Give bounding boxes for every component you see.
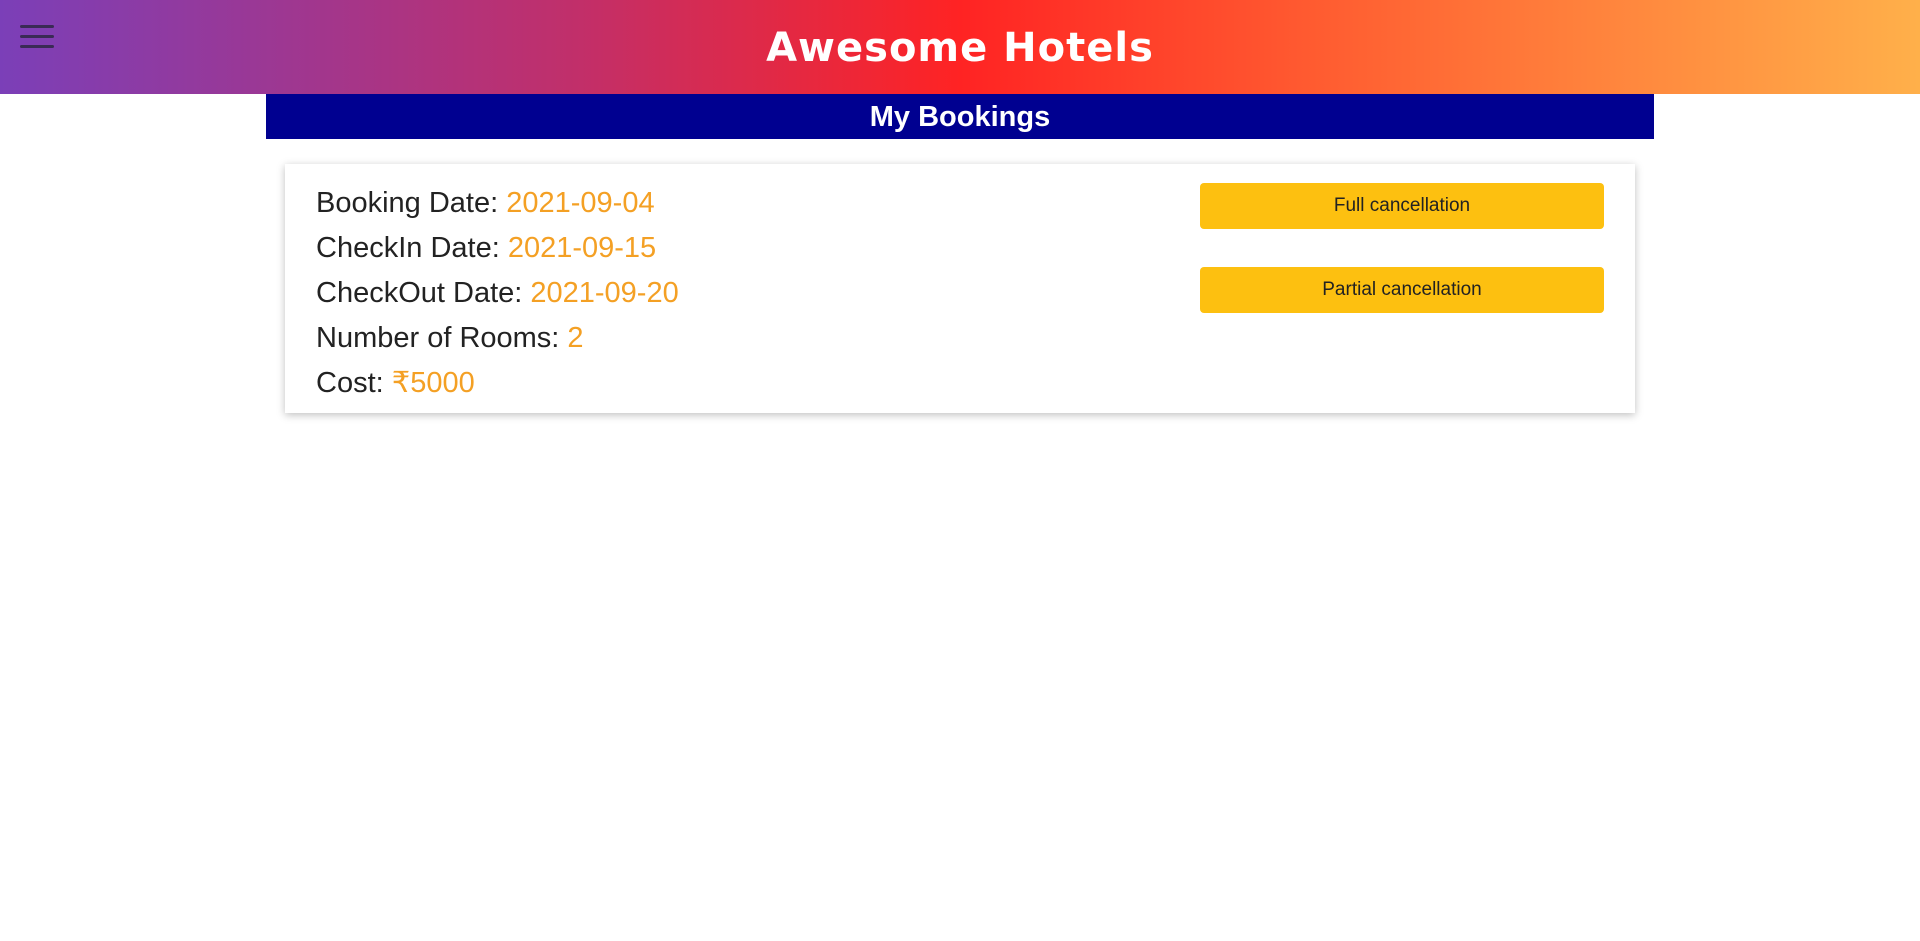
booking-date-row: Booking Date: 2021-09-04	[316, 181, 679, 226]
rooms-value: 2	[567, 322, 584, 354]
checkin-date-label: CheckIn Date:	[316, 232, 508, 264]
booking-date-value: 2021-09-04	[506, 187, 655, 219]
app-title: Awesome Hotels	[766, 25, 1154, 71]
page-title: My Bookings	[266, 94, 1654, 139]
checkin-date-row: CheckIn Date: 2021-09-15	[316, 226, 679, 271]
rooms-label: Number of Rooms:	[316, 322, 568, 354]
cost-value: ₹5000	[391, 367, 475, 399]
cost-label: Cost:	[316, 367, 392, 399]
partial-cancellation-button[interactable]: Partial cancellation	[1200, 267, 1604, 313]
cost-row: Cost: ₹5000	[316, 361, 679, 406]
booking-date-label: Booking Date:	[316, 187, 507, 219]
full-cancellation-button[interactable]: Full cancellation	[1200, 183, 1604, 229]
booking-card: Booking Date: 2021-09-04 CheckIn Date: 2…	[285, 164, 1635, 413]
checkout-date-value: 2021-09-20	[530, 277, 679, 309]
booking-details: Booking Date: 2021-09-04 CheckIn Date: 2…	[316, 181, 679, 406]
rooms-row: Number of Rooms: 2	[316, 316, 679, 361]
checkout-date-label: CheckOut Date:	[316, 277, 531, 309]
app-header: Awesome Hotels	[0, 0, 1920, 94]
checkout-date-row: CheckOut Date: 2021-09-20	[316, 271, 679, 316]
checkin-date-value: 2021-09-15	[507, 232, 657, 264]
